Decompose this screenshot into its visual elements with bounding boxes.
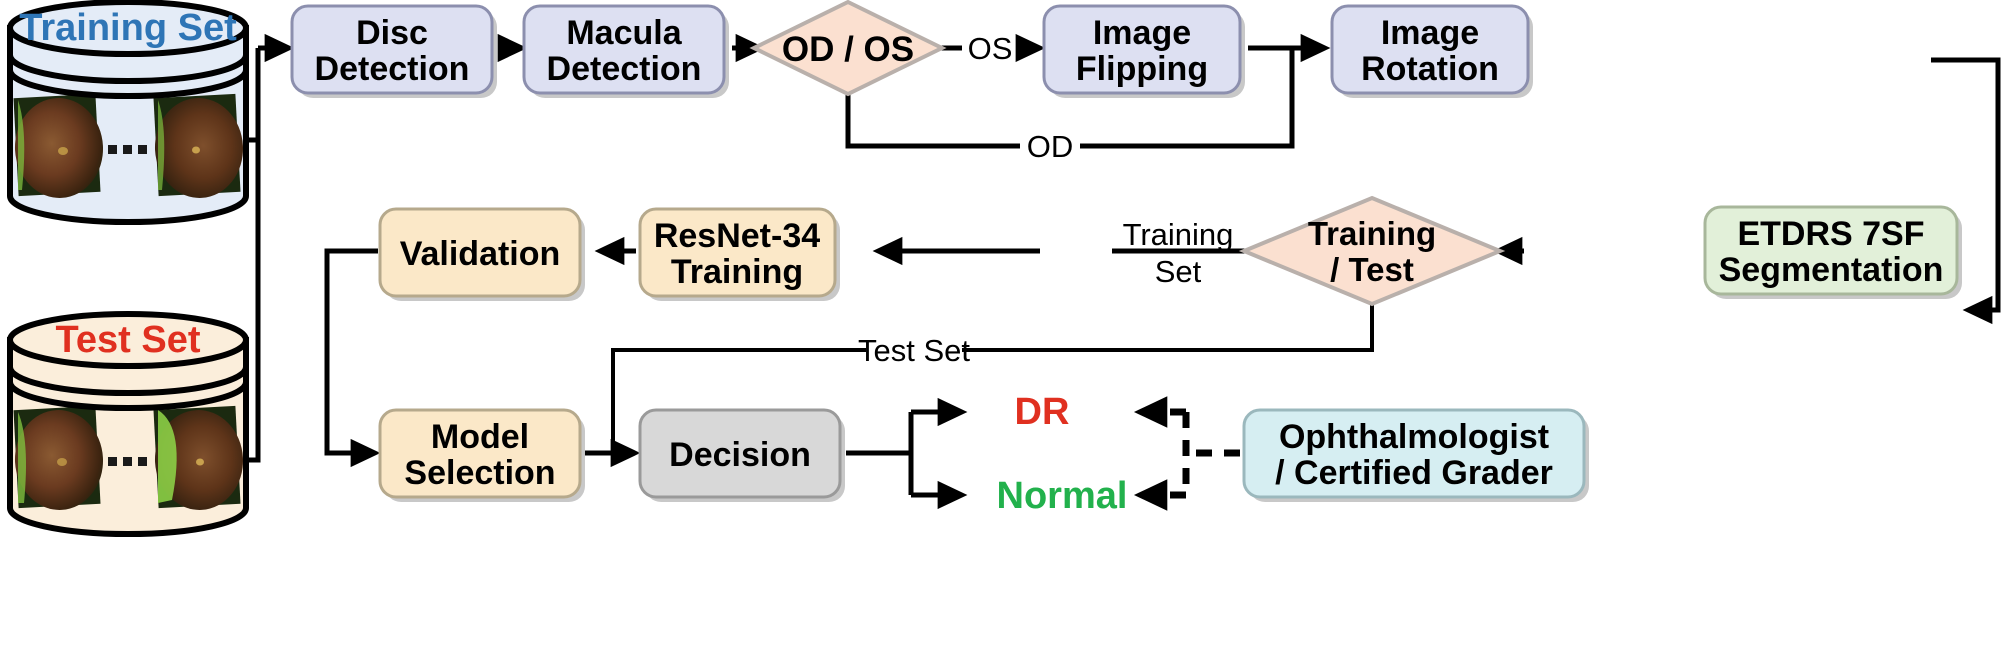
training-set-db: Training Set (7, 0, 249, 225)
test-db-ellipsis (108, 457, 147, 466)
macula-detection-label-line1: Macula (566, 14, 682, 52)
edge-label-os: OS (968, 31, 1013, 66)
test-db-label: Test Set (55, 319, 200, 361)
edge-validation-to-model (324, 248, 381, 468)
edge-label-test-set: Test Set (858, 333, 970, 368)
test-set-db: Test Set (7, 311, 249, 537)
node-image-flipping[interactable]: Image Flipping (1042, 4, 1245, 98)
decision-label: Decision (669, 436, 811, 474)
image-rotation-label-line2: Rotation (1361, 50, 1499, 88)
disc-detection-label-line2: Detection (315, 50, 470, 88)
node-model-selection[interactable]: Model Selection (378, 408, 585, 502)
training-db-ellipsis (108, 145, 147, 154)
model-selection-label-line2: Selection (404, 454, 555, 492)
grader-label-line1: Ophthalmologist (1279, 418, 1549, 456)
node-validation[interactable]: Validation (378, 207, 585, 301)
image-flipping-label-line2: Flipping (1076, 50, 1208, 88)
node-decision[interactable]: Decision (638, 408, 845, 502)
image-rotation-label-line1: Image (1381, 14, 1479, 52)
edge-label-training-set-line2: Set (1155, 254, 1202, 289)
model-selection-label-line1: Model (431, 418, 529, 456)
node-etdrs-7sf-segmentation[interactable]: ETDRS 7SF Segmentation (1703, 205, 1962, 299)
training-db-label: Training Set (19, 7, 237, 49)
validation-label: Validation (400, 235, 561, 273)
etdrs-label-line2: Segmentation (1719, 251, 1944, 289)
node-macula-detection[interactable]: Macula Detection (522, 4, 729, 98)
training-test-label-line1: Training (1308, 215, 1436, 252)
flowchart-canvas: Training Set Test Set Disc Detection Mac… (0, 0, 2007, 651)
node-image-rotation[interactable]: Image Rotation (1330, 4, 1533, 98)
disc-detection-label-line1: Disc (356, 14, 428, 52)
od-os-label: OD / OS (782, 30, 914, 69)
node-od-os-decision[interactable]: OD / OS (749, 0, 947, 97)
flowchart-svg: Training Set Test Set Disc Detection Mac… (7, 0, 2001, 537)
node-ophthalmologist-grader[interactable]: Ophthalmologist / Certified Grader (1242, 408, 1589, 502)
etdrs-label-line1: ETDRS 7SF (1737, 215, 1924, 253)
edge-label-od: OD (1027, 129, 1074, 164)
edge-tt-test-a (962, 300, 1374, 352)
training-test-label-line2: / Test (1330, 251, 1414, 288)
grader-label-line2: / Certified Grader (1275, 454, 1553, 492)
resnet-label-line1: ResNet-34 (654, 217, 820, 255)
edge-odos-od-a (845, 95, 1020, 149)
node-resnet-34-training[interactable]: ResNet-34 Training (638, 207, 840, 301)
edge-label-training-set-line1: Training (1123, 217, 1234, 252)
resnet-label-line2: Training (671, 253, 803, 291)
outcome-dr-label: DR (1015, 391, 1070, 433)
node-disc-detection[interactable]: Disc Detection (290, 4, 497, 98)
node-training-test-decision[interactable]: Training / Test (1238, 195, 1506, 307)
outcome-normal-label: Normal (997, 475, 1128, 517)
macula-detection-label-line2: Detection (547, 50, 702, 88)
image-flipping-label-line1: Image (1093, 14, 1191, 52)
